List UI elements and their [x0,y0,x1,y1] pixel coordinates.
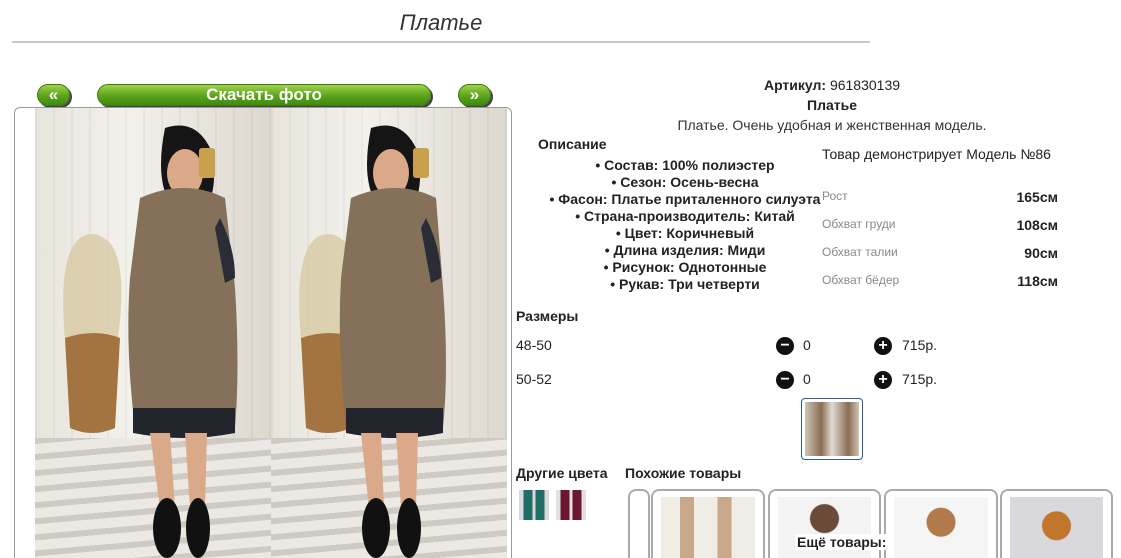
spec-list: • Состав: 100% полиэстер • Сезон: Осень-… [540,157,830,293]
product-photo-front[interactable] [35,108,271,558]
minus-circle-icon[interactable]: − [776,371,794,389]
measurement-value: 108см [1016,217,1058,233]
thumbnail-image [805,402,859,456]
article-value: 961830139 [829,77,901,93]
spec-item: • Состав: 100% полиэстер [595,157,775,173]
spec-item: • Рисунок: Однотонные [603,259,767,275]
title-divider [12,41,870,43]
selected-photo-thumbnail[interactable] [801,398,863,460]
plus-circle-icon[interactable]: + [874,371,892,389]
plus-circle-icon[interactable]: + [874,337,892,355]
download-photo-button[interactable]: Скачать фото [97,84,431,106]
next-photo-button[interactable]: » [458,84,491,106]
spec-item: • Сезон: Осень-весна [611,174,759,190]
quantity-value: 0 [803,371,811,387]
measurement-key: Рост [822,189,848,203]
similar-products-heading: Похожие товары [625,465,742,481]
size-label: 50-52 [516,371,552,387]
product-photo-side[interactable] [271,108,507,558]
spec-item: • Фасон: Платье приталенного силуэта [549,191,821,207]
article-label: Артикул: [763,77,827,93]
measurement-key: Обхват бёдер [822,273,900,287]
page-title: Платье [399,10,483,35]
size-label: 48-50 [516,337,552,353]
quantity-value: 0 [803,337,811,353]
product-name: Платье [807,97,857,113]
spec-item: • Страна-производитель: Китай [575,208,795,224]
measurement-row: Рост 165см [822,189,1058,209]
more-products-label: Ещё товары: [795,534,889,550]
measurement-row: Обхват груди 108см [822,217,1058,237]
similar-product-card[interactable] [1000,489,1113,558]
spec-item: • Рукав: Три четверти [610,276,760,292]
product-photo-frame [14,107,512,558]
article-line: Артикул: 961830139 [600,77,1064,93]
similar-product-card[interactable] [628,489,650,558]
spec-item: • Длина изделия: Миди [604,242,766,258]
spec-item: • Цвет: Коричневый [615,225,755,241]
measurement-key: Обхват талии [822,245,898,259]
size-price: 715р. [902,337,938,353]
model-note: Товар демонстрирует Модель №86 [822,146,1051,162]
size-price: 715р. [902,371,938,387]
measurement-value: 165см [1016,189,1058,205]
measurement-value: 118см [1017,273,1058,289]
color-swatch-burgundy[interactable] [556,490,586,520]
color-swatch-teal[interactable] [519,490,549,520]
product-description: Платье. Очень удобная и женственная моде… [677,117,987,133]
measurement-value: 90см [1024,245,1058,261]
similar-product-card[interactable] [651,489,765,558]
measurement-row: Обхват бёдер 118см [822,273,1058,293]
measurement-key: Обхват груди [822,217,896,231]
sizes-heading: Размеры [516,308,579,324]
size-row: 48-50 − 0 + 715р. [516,337,946,357]
description-heading: Описание [538,136,607,152]
measurement-row: Обхват талии 90см [822,245,1058,265]
other-colors-heading: Другие цвета [516,465,608,481]
size-row: 50-52 − 0 + 715р. [516,371,946,391]
similar-product-card[interactable] [884,489,998,558]
prev-photo-button[interactable]: « [37,84,70,106]
minus-circle-icon[interactable]: − [776,337,794,355]
